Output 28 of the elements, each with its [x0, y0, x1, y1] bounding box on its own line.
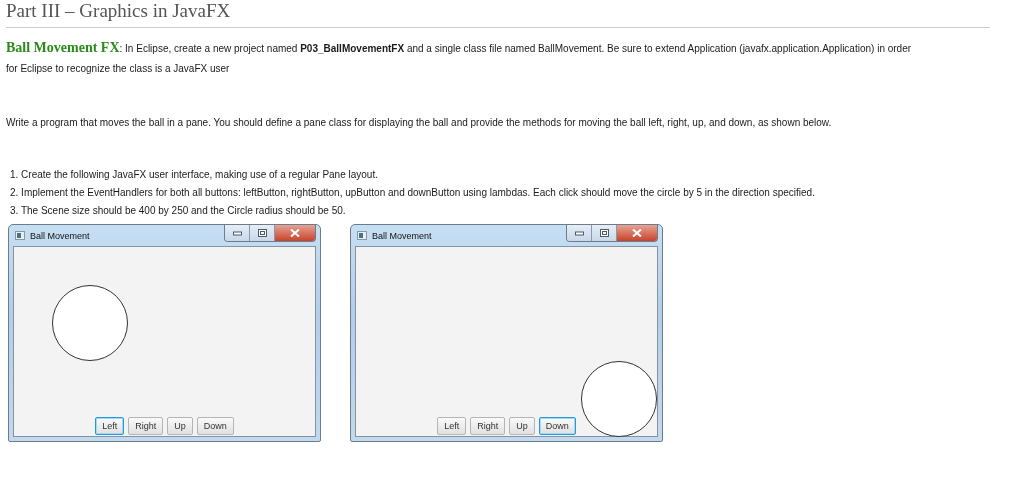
move-button[interactable]: Down	[196, 417, 234, 435]
maximize-button[interactable]	[250, 225, 275, 241]
minimize-icon	[232, 230, 242, 236]
move-button[interactable]: Up	[167, 417, 193, 435]
maximize-button[interactable]	[592, 225, 617, 241]
page-heading: Part III – Graphics in JavaFX	[6, 0, 232, 22]
task-text: Write a program that moves the ball in a pane. You should define a pane class for displaying the ball and provide the methods for moving the ball left, right, up, and down, as shown below.	[6, 116, 833, 130]
intro-paragraph: Ball Movement FX: In Eclipse, create a new project named P03_BallMovementFX and a single class file named BallMovement. Be sure to extend Application (javafx.application.Application) in order for Eclipse to recognize the class is a JavaFX user	[6, 39, 913, 76]
move-button[interactable]: Right	[128, 417, 164, 435]
close-icon	[290, 229, 300, 237]
move-button[interactable]: Down	[538, 417, 576, 435]
step-text: 2. Implement the EventHandlers for both all buttons: leftButton, rightButton, upButton and downButton using lambdas. Each click should move the circle by 5 in the direction specified.	[9, 186, 816, 200]
window-title: Ball Movement	[30, 230, 90, 241]
move-button[interactable]: Right	[470, 417, 506, 435]
step-text: 1. Create the following JavaFX user interface, making use of a regular Pane layout.	[9, 168, 379, 182]
window-title: Ball Movement	[372, 230, 432, 241]
move-button[interactable]: Left	[95, 417, 125, 435]
maximize-icon	[599, 229, 609, 237]
minimize-icon	[574, 230, 584, 236]
close-button[interactable]	[617, 225, 657, 241]
move-button[interactable]: Left	[437, 417, 467, 435]
step-text: 3. The Scene size should be 400 by 250 and the Circle radius should be 50.	[9, 204, 347, 218]
window-icon	[15, 231, 25, 240]
close-button[interactable]	[275, 225, 315, 241]
close-icon	[632, 229, 642, 237]
maximize-icon	[257, 229, 267, 237]
move-button[interactable]: Up	[509, 417, 535, 435]
window-icon	[357, 231, 367, 240]
